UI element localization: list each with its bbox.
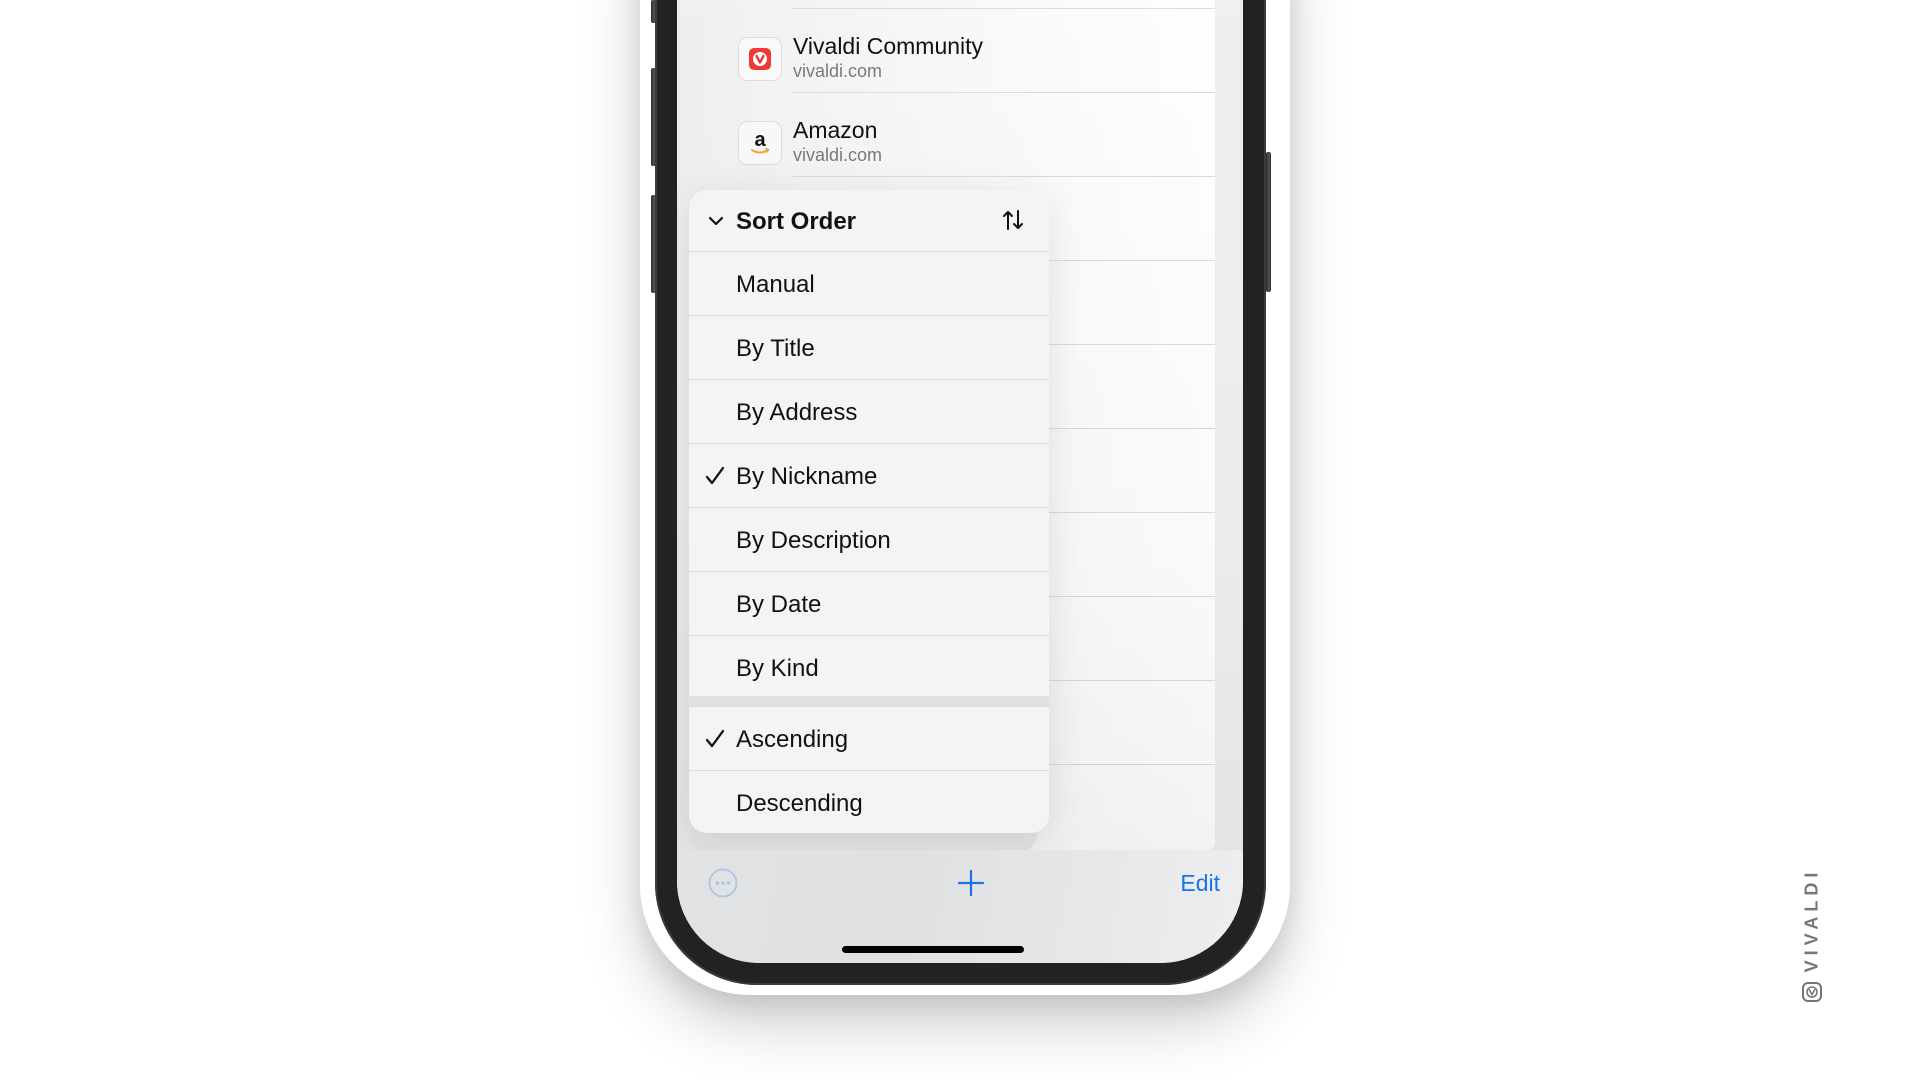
sort-direction-ascending[interactable]: Ascending [689,707,1049,771]
checkmark-icon [705,466,725,491]
row-divider [793,176,1215,177]
sort-option-by-nickname[interactable]: By Nickname [689,444,1049,508]
ellipsis-circle-icon[interactable] [708,868,738,903]
menu-section-separator [689,696,1049,707]
sort-arrows-icon [1001,208,1025,237]
sort-option-by-date[interactable]: By Date [689,572,1049,636]
bookmark-title: Vivaldi Community [793,33,984,59]
option-label: Descending [736,790,863,817]
vivaldi-logo-icon [738,37,782,81]
plus-icon[interactable] [957,869,985,901]
edit-button[interactable]: Edit [1180,870,1220,897]
sort-order-title: Sort Order [736,208,857,235]
option-label: By Address [736,399,858,426]
sort-option-manual[interactable]: Manual [689,252,1049,316]
bookmark-url: vivaldi.com [793,61,883,81]
sort-order-header[interactable]: Sort Order [689,190,1049,252]
phone-screen: Vivaldi Community vivaldi.com a Amazon v… [677,0,1243,963]
bookmark-row[interactable]: Vivaldi Community vivaldi.com [706,8,1215,92]
sort-option-by-description[interactable]: By Description [689,508,1049,572]
option-label: By Nickname [736,463,878,490]
option-label: Ascending [736,726,849,753]
option-label: By Date [736,591,822,618]
sort-direction-descending[interactable]: Descending [689,771,1049,833]
option-label: By Title [736,335,815,362]
home-indicator[interactable] [842,946,1024,953]
amazon-logo-icon: a [738,121,782,165]
sort-option-by-address[interactable]: By Address [689,380,1049,444]
checkmark-icon [705,729,725,754]
phone-power-button [1266,152,1271,292]
bookmark-title: Amazon [793,117,878,143]
bookmark-url: vivaldi.com [793,145,883,165]
vivaldi-watermark: VIVALDI [1800,862,1824,1004]
chevron-down-icon [707,212,725,235]
option-label: By Description [736,527,891,554]
vivaldi-logo-icon [1802,982,1822,1007]
sort-order-menu: Sort Order Manual By Title By Address By… [689,190,1049,833]
bookmark-row[interactable]: a Amazon vivaldi.com [706,92,1215,176]
svg-text:a: a [754,129,766,151]
watermark-text: VIVALDI [1801,867,1822,973]
sort-option-by-kind[interactable]: By Kind [689,636,1049,696]
sort-option-by-title[interactable]: By Title [689,316,1049,380]
option-label: By Kind [736,655,819,682]
option-label: Manual [736,271,815,298]
